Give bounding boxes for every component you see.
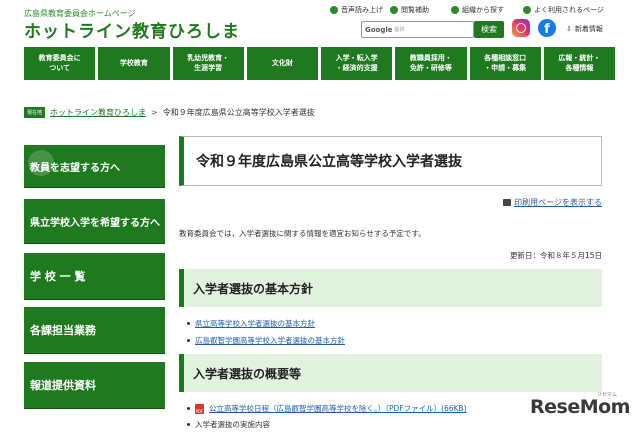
- sidebar-item-label: 各課担当業務: [30, 324, 96, 337]
- sidebar-item-admission-applicants[interactable]: 県立学校入学を希望する方へ: [24, 199, 165, 243]
- nav-item-consultation[interactable]: 各種相談窓口 ・申請・募集: [469, 47, 541, 80]
- nav-item-publicity[interactable]: 広報・統計・ 各種情報: [543, 47, 615, 80]
- sidebar-item-label: 学 校 一 覧: [30, 270, 86, 283]
- read-aloud-label: 音声読み上げ: [341, 6, 383, 14]
- org-search-label: 組織から探す: [462, 6, 504, 14]
- printer-icon: [503, 199, 512, 206]
- breadcrumb-badge: 現在地: [24, 107, 46, 118]
- page-title-box: 令和９年度広島県公立高等学校入学者選抜: [179, 136, 602, 186]
- org-search-link[interactable]: 組織から探す: [451, 5, 504, 15]
- breadcrumb-current: 令和９年度広島県公立高等学校入学者選抜: [162, 108, 315, 117]
- new-info-link[interactable]: ⇩ 新着情報: [566, 24, 603, 34]
- nav-item-admission[interactable]: 入学・転入学 ・経済的支援: [321, 47, 393, 80]
- bullet-icon: [187, 423, 190, 426]
- breadcrumb: 現在地 ホットライン教育ひろしま > 令和９年度広島県公立高等学校入学者選抜: [24, 107, 315, 118]
- list-item: PDF 公立高等学校日程（広島叡智学園高等学校を除く。）（PDFファイル）(66…: [187, 403, 467, 414]
- policy-link-eichi[interactable]: 広島叡智学園高等学校入学者選抜の基本方針: [195, 335, 345, 346]
- implementation-details-text: 入学者選抜の実施内容: [195, 420, 270, 429]
- site-header: 広島県教育委員会ホームページ ホットライン教育ひろしま 音声読み上げ 閲覧補助 …: [0, 0, 640, 46]
- sidebar-item-label: 報道提供資料: [30, 379, 96, 392]
- facebook-icon[interactable]: f: [538, 19, 556, 37]
- read-aloud-link[interactable]: 音声読み上げ: [330, 5, 383, 15]
- nav-item-school-education[interactable]: 学校教育: [98, 47, 170, 80]
- schedule-pdf-link[interactable]: 公立高等学校日程（広島叡智学園高等学校を除く。）（PDFファイル）(66KB): [209, 403, 467, 414]
- print-page-label: 印刷用ページを表示する: [514, 198, 602, 207]
- site-title-link[interactable]: ホットライン教育ひろしま: [24, 17, 240, 42]
- list-item: 入学者選抜の実施内容: [187, 419, 270, 430]
- sidebar-item-label: 教員を志望する方へ: [30, 162, 120, 174]
- google-provided-label: 提供: [394, 27, 405, 33]
- instagram-icon[interactable]: [512, 19, 530, 37]
- check-icon: [523, 6, 531, 14]
- section-heading-overview: 入学者選抜の概要等: [179, 354, 602, 392]
- popular-pages-link[interactable]: よく利用されるページ: [523, 5, 604, 15]
- popular-pages-label: よく利用されるページ: [534, 6, 604, 14]
- nav-item-early-childhood[interactable]: 乳幼児教育・ 生涯学習: [172, 47, 244, 80]
- viewing-assist-link[interactable]: 閲覧補助: [390, 5, 429, 15]
- nav-item-board[interactable]: 教育委員会に ついて: [24, 47, 96, 80]
- intro-text: 教育委員会では，入学者選抜に関する情報を適宜お知らせする予定です。: [179, 229, 426, 238]
- search-button[interactable]: 検索: [474, 21, 504, 38]
- bullet-icon: [187, 322, 190, 325]
- list-item: 県立高等学校入学者選抜の基本方針: [187, 318, 315, 329]
- viewing-assist-label: 閲覧補助: [401, 6, 429, 14]
- speaker-icon: [330, 6, 338, 14]
- search-input[interactable]: Google 提供: [361, 21, 474, 38]
- resemom-watermark: ReseMom: [530, 396, 630, 418]
- policy-link-prefectural[interactable]: 県立高等学校入学者選抜の基本方針: [195, 318, 315, 329]
- section-heading-text: 入学者選抜の概要等: [193, 366, 302, 381]
- list-item: 広島叡智学園高等学校入学者選抜の基本方針: [187, 335, 345, 346]
- print-page-link[interactable]: 印刷用ページを表示する: [503, 197, 602, 208]
- download-icon: ⇩: [566, 25, 572, 33]
- nav-item-staff-hiring[interactable]: 教職員採用・ 免許・研修等: [395, 47, 467, 80]
- bullet-icon: [187, 339, 190, 342]
- sidebar-item-press-releases[interactable]: 報道提供資料: [24, 362, 165, 408]
- sidebar-item-department-duties[interactable]: 各課担当業務: [24, 307, 165, 353]
- breadcrumb-separator: >: [151, 108, 158, 117]
- updated-date: 更新日：令和８年５月15日: [509, 251, 602, 260]
- bullet-icon: [187, 407, 190, 410]
- settings-icon: [390, 6, 398, 14]
- sidebar-item-label: 県立学校入学を希望する方へ: [30, 217, 160, 229]
- section-heading-basic-policy: 入学者選抜の基本方針: [179, 269, 602, 307]
- google-logo: Google: [365, 25, 393, 34]
- sidebar-item-teacher-applicants[interactable]: 教員を志望する方へ: [24, 145, 165, 187]
- new-info-label: 新着情報: [574, 25, 603, 33]
- breadcrumb-home-link[interactable]: ホットライン教育ひろしま: [50, 107, 146, 118]
- sidebar-item-school-list[interactable]: 学 校 一 覧: [24, 253, 165, 299]
- org-icon: [451, 6, 459, 14]
- pdf-icon: PDF: [195, 403, 204, 414]
- page-title: 令和９年度広島県公立高等学校入学者選抜: [196, 154, 462, 170]
- nav-item-cultural-assets[interactable]: 文化財: [246, 47, 318, 80]
- section-heading-text: 入学者選抜の基本方針: [193, 281, 314, 296]
- global-nav: 教育委員会に ついて 学校教育 乳幼児教育・ 生涯学習 文化財 入学・転入学 ・…: [24, 47, 615, 80]
